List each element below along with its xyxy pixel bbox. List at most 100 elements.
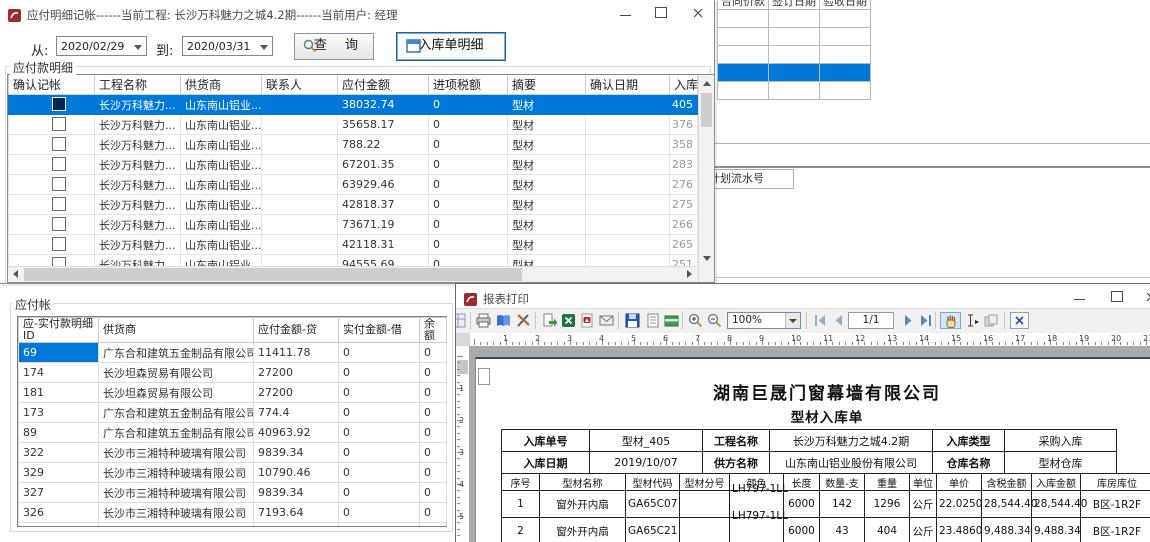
next-page-button[interactable]	[900, 312, 917, 329]
horizontal-scrollbar[interactable]	[8, 266, 698, 282]
page-number-input[interactable]: 1/1	[848, 312, 894, 329]
column-header: 重量	[865, 474, 910, 491]
scroll-down-arrow[interactable]	[699, 250, 714, 266]
last-page-button[interactable]	[917, 312, 934, 329]
confirm-checkbox[interactable]	[52, 177, 66, 191]
vertical-scrollbar[interactable]	[698, 75, 714, 282]
column-header[interactable]: 工程名称	[95, 75, 181, 95]
minimize-button[interactable]	[1072, 290, 1088, 304]
to-date-select[interactable]: 2020/03/31	[182, 36, 273, 56]
confirm-checkbox[interactable]	[52, 117, 66, 131]
title-bar[interactable]: 报表打印	[456, 284, 1150, 310]
table-row[interactable]	[718, 28, 871, 46]
table-row[interactable]: 长沙万科魅力...山东南山铝业...788.220型材358	[9, 135, 698, 155]
maximize-button[interactable]	[1109, 290, 1125, 304]
ruler-tick	[864, 342, 865, 345]
table-row[interactable]: 326长沙市三湘特种玻璃有限公司7193.6400	[19, 503, 447, 523]
scroll-left-arrow[interactable]	[8, 267, 24, 282]
title-bar[interactable]: 应付明细记帐------当前工程: 长沙万科魅力之城4.2期------当前用户…	[0, 0, 714, 26]
confirm-checkbox[interactable]	[52, 97, 66, 111]
column-header[interactable]: 确认日期	[586, 75, 670, 95]
scroll-up-arrow[interactable]	[699, 75, 714, 91]
table-row[interactable]: 长沙万科魅力...山东南山铝业...35658.170型材376	[9, 115, 698, 135]
plan-serial-field[interactable]: 计划流水号	[712, 169, 794, 189]
table-row[interactable]: 长沙万科魅力...山东南山铝业...38032.740型材405	[9, 95, 698, 115]
package-icon[interactable]	[663, 312, 680, 329]
confirm-checkbox[interactable]	[52, 237, 66, 251]
inbound-detail-button[interactable]: 入库单明细	[396, 32, 506, 61]
table-row[interactable]: 长沙万科魅力...山东南山铝业...67201.350型材283	[9, 155, 698, 175]
zoom-out-icon[interactable]	[706, 312, 723, 329]
table-row[interactable]: 174长沙坦森贸易有限公司2720000	[19, 363, 447, 383]
table-row[interactable]: 长沙万科魅力...山东南山铝业...42818.370型材275	[9, 195, 698, 215]
table-row[interactable]: 长沙万科魅力...山东南山铝业...42118.310型材265	[9, 235, 698, 255]
table-row[interactable]	[718, 64, 871, 82]
pdf-export-icon[interactable]	[579, 312, 596, 329]
color-code: LH797-1LL	[732, 483, 788, 495]
zoom-in-icon[interactable]	[687, 312, 704, 329]
hand-tool-button[interactable]	[940, 312, 961, 329]
close-button[interactable]	[1143, 290, 1150, 304]
confirm-checkbox[interactable]	[52, 157, 66, 171]
excel-export-icon[interactable]	[560, 312, 577, 329]
ruler-tick	[1133, 342, 1134, 345]
column-header[interactable]: 入库	[670, 75, 698, 95]
design-view-icon[interactable]	[455, 312, 467, 329]
column-header[interactable]: 应付金额-贷	[254, 318, 339, 343]
mail-icon[interactable]	[598, 312, 615, 329]
text-select-button[interactable]	[964, 312, 981, 329]
prev-page-button[interactable]	[830, 312, 847, 329]
table-row[interactable]: 327长沙市三湘特种玻璃有限公司9839.3400	[19, 483, 447, 503]
cell: 山东南山铝业...	[181, 95, 262, 115]
column-header[interactable]: 供货商	[99, 318, 254, 343]
table-row[interactable]: 181长沙坦森贸易有限公司2720000	[19, 383, 447, 403]
save-icon[interactable]	[624, 312, 641, 329]
minimize-button[interactable]	[618, 6, 634, 20]
column-header[interactable]: 联系人	[262, 75, 338, 95]
table-row[interactable]: 69广东合和建筑五金制品有限公司11411.7800	[19, 343, 447, 363]
ruler-tick	[941, 342, 942, 345]
ruler-tick	[1076, 342, 1077, 345]
column-header[interactable]: 实付金额-借	[339, 318, 420, 343]
zoom-select[interactable]: 100%	[727, 312, 801, 329]
table-row[interactable]: 329长沙市三湘特种玻璃有限公司10790.4600	[19, 463, 447, 483]
print-icon[interactable]	[475, 312, 492, 329]
column-header[interactable]: 应-实付款明细ID	[19, 318, 99, 343]
close-preview-button[interactable]	[1010, 312, 1029, 329]
table-row[interactable]: 173广东合和建筑五金制品有限公司774.400	[19, 403, 447, 423]
copy-button[interactable]	[983, 312, 1000, 329]
column-header[interactable]: 摘要	[508, 75, 586, 95]
table-row[interactable]: 322长沙市三湘特种玻璃有限公司9839.3400	[19, 443, 447, 463]
confirm-checkbox[interactable]	[52, 137, 66, 151]
book-icon[interactable]	[495, 312, 512, 329]
table-row[interactable]: 长沙万科魅力...山东南山铝业...63929.460型材276	[9, 175, 698, 195]
column-header[interactable]: 供货商	[181, 75, 262, 95]
scroll-right-arrow[interactable]	[682, 267, 698, 282]
table-row[interactable]: 长沙市三湘特种玻璃有限公司	[19, 523, 447, 528]
column-header[interactable]: 余额	[420, 318, 447, 343]
tools-icon[interactable]	[515, 312, 532, 329]
table-row[interactable]	[718, 10, 871, 28]
ruler-tick	[512, 342, 513, 345]
table-row[interactable]	[718, 82, 871, 100]
column-header[interactable]: 进项税额	[429, 75, 508, 95]
confirm-checkbox[interactable]	[52, 197, 66, 211]
table-row[interactable]	[718, 46, 871, 64]
cell: 405	[670, 95, 698, 115]
confirm-checkbox[interactable]	[52, 217, 66, 231]
column-header[interactable]: 确认记帐	[9, 75, 95, 95]
table-row[interactable]: 89广东合和建筑五金制品有限公司40963.9200	[19, 423, 447, 443]
from-date-select[interactable]: 2020/02/29	[56, 36, 147, 56]
cell: 山东南山铝业...	[181, 215, 262, 235]
report-preview-area[interactable]: 12345 湖南巨晟门窗幕墙有限公司 型材入库单 入库单号型材_405工程名称长…	[456, 346, 1150, 542]
first-page-button[interactable]	[812, 312, 829, 329]
column-header[interactable]: 应付金额	[338, 75, 429, 95]
table-row[interactable]: 长沙万科魅力...山东南山铝业...73671.190型材266	[9, 215, 698, 235]
scrollbar-thumb[interactable]	[701, 93, 712, 127]
document-icon[interactable]	[644, 312, 661, 329]
scrollbar-thumb[interactable]	[24, 268, 522, 281]
close-button[interactable]	[690, 6, 706, 20]
query-button[interactable]: 查 询	[294, 33, 374, 60]
export-icon[interactable]	[541, 312, 558, 329]
maximize-button[interactable]	[653, 6, 669, 20]
